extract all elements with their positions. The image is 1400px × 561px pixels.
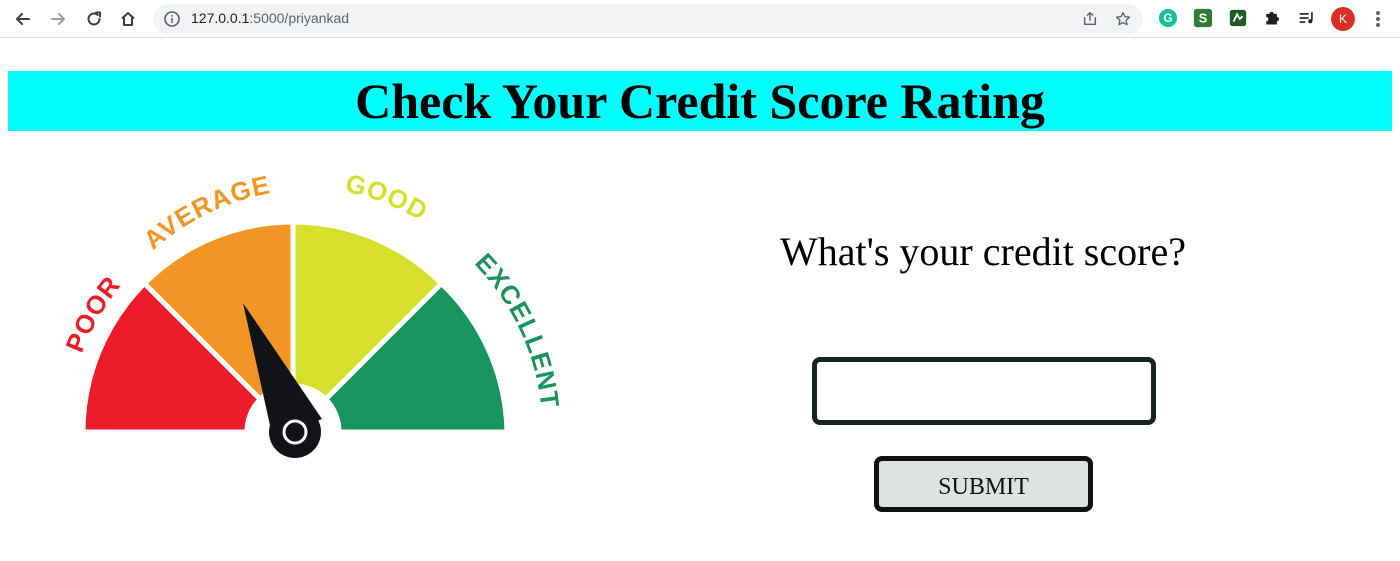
submit-button[interactable]: SUBMIT bbox=[874, 456, 1093, 512]
forward-arrow-icon bbox=[51, 13, 65, 25]
forward-button[interactable] bbox=[44, 5, 72, 33]
svg-text:S: S bbox=[1199, 11, 1207, 26]
more-menu-icon[interactable] bbox=[1368, 9, 1388, 29]
address-bar[interactable]: 127.0.0.1:5000/priyankad bbox=[153, 4, 1143, 34]
title-banner: Check Your Credit Score Rating bbox=[8, 71, 1392, 131]
svg-text:G: G bbox=[1163, 11, 1172, 25]
label-good-text: GOOD bbox=[343, 175, 433, 226]
back-button[interactable] bbox=[9, 5, 37, 33]
home-button[interactable] bbox=[114, 5, 142, 33]
reload-icon bbox=[87, 11, 101, 26]
credit-score-gauge: POOR AVERAGE GOOD EXCELLENT bbox=[59, 175, 560, 458]
s-extension-icon[interactable]: S bbox=[1192, 7, 1214, 29]
credit-score-question: What's your credit score? bbox=[780, 229, 1186, 274]
credit-score-input[interactable] bbox=[812, 357, 1156, 425]
home-icon bbox=[121, 12, 135, 26]
url-path: :5000/priyankad bbox=[249, 10, 350, 26]
extension-icon[interactable] bbox=[1227, 7, 1249, 29]
grammarly-extension-icon[interactable]: G bbox=[1157, 7, 1179, 29]
url-text[interactable]: 127.0.0.1:5000/priyankad bbox=[191, 10, 349, 26]
back-arrow-icon bbox=[16, 13, 30, 25]
browser-toolbar: 127.0.0.1:5000/priyankad G S K bbox=[0, 0, 1400, 38]
reload-button[interactable] bbox=[80, 5, 108, 33]
page-title: Check Your Credit Score Rating bbox=[355, 73, 1045, 129]
media-control-icon[interactable] bbox=[1296, 7, 1318, 29]
label-good: GOOD bbox=[343, 175, 434, 226]
profile-avatar[interactable]: K bbox=[1331, 7, 1355, 31]
site-info-icon[interactable] bbox=[163, 10, 181, 28]
url-host: 127.0.0.1 bbox=[191, 10, 250, 26]
puzzle-extensions-icon[interactable] bbox=[1261, 7, 1283, 29]
share-icon[interactable] bbox=[1080, 9, 1100, 29]
bookmark-star-icon[interactable] bbox=[1113, 9, 1133, 29]
